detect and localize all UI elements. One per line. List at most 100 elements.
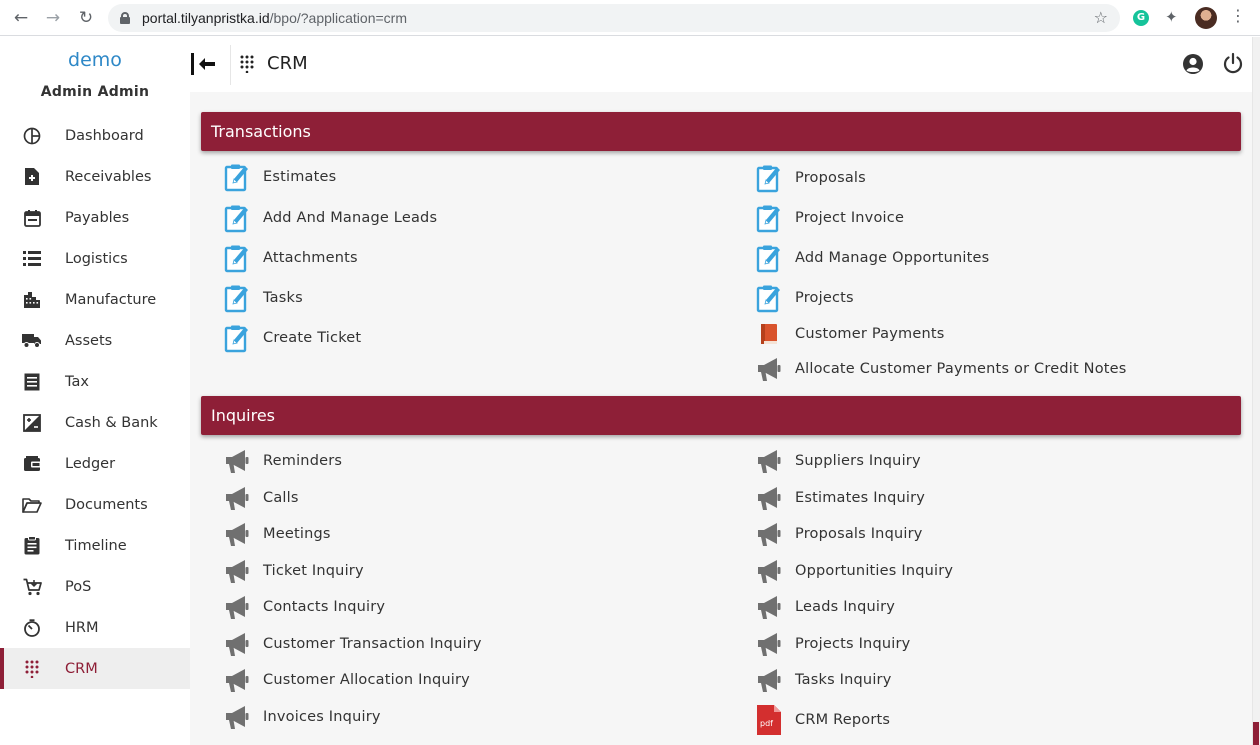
sidebar-item-documents[interactable]: Documents (0, 484, 190, 525)
address-bar[interactable]: portal.tilyanpristka.id/bpo/?application… (108, 4, 1120, 32)
sidebar-item-label: Ledger (65, 455, 116, 472)
lock-icon (120, 12, 130, 24)
sidebar-item-label: Manufacture (65, 291, 157, 308)
link-tasks-inquiry[interactable]: Tasks Inquiry (755, 665, 891, 695)
link-customer-transaction-inquiry[interactable]: Customer Transaction Inquiry (223, 629, 481, 659)
sidebar-item-label: CRM (65, 660, 98, 677)
link-label: Calls (263, 490, 299, 506)
sidebar-item-dashboard[interactable]: Dashboard (0, 115, 190, 156)
link-label: Allocate Customer Payments or Credit Not… (795, 361, 1127, 377)
scrollbar-track[interactable] (1252, 37, 1260, 745)
megaphone-icon (223, 446, 251, 476)
link-customer-allocation-inquiry[interactable]: Customer Allocation Inquiry (223, 665, 470, 695)
bookmark-star-icon[interactable]: ☆ (1094, 8, 1108, 27)
browser-profile-avatar[interactable] (1195, 7, 1217, 29)
link-projects[interactable]: Projects (755, 283, 854, 313)
collapse-sidebar-icon[interactable] (190, 52, 218, 76)
page-title: CRM (267, 53, 308, 74)
link-create-ticket[interactable]: Create Ticket (223, 323, 361, 353)
megaphone-icon (755, 354, 783, 384)
sidebar-item-label: Assets (65, 332, 113, 349)
link-proposals[interactable]: Proposals (755, 163, 866, 193)
link-projects-inquiry[interactable]: Projects Inquiry (755, 629, 910, 659)
sidebar-item-label: Receivables (65, 168, 152, 185)
link-allocate-customer-payments-or-credit-notes[interactable]: Allocate Customer Payments or Credit Not… (755, 354, 1126, 384)
apps-grid-icon[interactable] (240, 55, 254, 77)
brand-name[interactable]: demo (0, 49, 190, 71)
link-tasks[interactable]: Tasks (223, 283, 303, 313)
edit-note-icon (223, 162, 251, 192)
link-estimates-inquiry[interactable]: Estimates Inquiry (755, 483, 925, 513)
sidebar-item-crm[interactable]: CRM (0, 648, 190, 689)
timer-icon (22, 618, 42, 638)
pdf-icon-label: pdf (760, 719, 773, 728)
megaphone-icon (223, 519, 251, 549)
account-circle-icon[interactable] (1182, 53, 1204, 79)
sidebar-item-logistics[interactable]: Logistics (0, 238, 190, 279)
sidebar-item-ledger[interactable]: Ledger (0, 443, 190, 484)
link-invoices-inquiry[interactable]: Invoices Inquiry (223, 702, 380, 732)
link-add-manage-opportunites[interactable]: Add Manage Opportunites (755, 243, 989, 273)
edit-note-icon (223, 203, 251, 233)
link-add-and-manage-leads[interactable]: Add And Manage Leads (223, 203, 437, 233)
sidebar-item-cash-and-bank[interactable]: Cash & Bank (0, 402, 190, 443)
link-label: Customer Payments (795, 326, 945, 342)
link-contacts-inquiry[interactable]: Contacts Inquiry (223, 592, 385, 622)
megaphone-icon (223, 629, 251, 659)
link-label: Ticket Inquiry (263, 563, 364, 579)
link-calls[interactable]: Calls (223, 483, 298, 513)
megaphone-icon (223, 592, 251, 622)
link-label: Leads Inquiry (795, 599, 896, 615)
sidebar-item-label: PoS (65, 578, 92, 595)
link-label: Tasks (263, 290, 303, 306)
extensions-puzzle-icon[interactable]: ✦ (1165, 8, 1178, 26)
link-attachments[interactable]: Attachments (223, 243, 358, 273)
scrollbar-thumb[interactable] (1253, 722, 1259, 745)
link-label: Add And Manage Leads (263, 210, 438, 226)
sidebar-item-assets[interactable]: Assets (0, 320, 190, 361)
power-logout-icon[interactable] (1222, 52, 1244, 78)
link-reminders[interactable]: Reminders (223, 446, 342, 476)
sidebar-item-tax[interactable]: Tax (0, 361, 190, 402)
payables-icon (22, 208, 42, 228)
ledger-icon (22, 454, 42, 474)
sidebar-item-manufacture[interactable]: Manufacture (0, 279, 190, 320)
link-meetings[interactable]: Meetings (223, 519, 330, 549)
edit-note-icon (223, 323, 251, 353)
link-suppliers-inquiry[interactable]: Suppliers Inquiry (755, 446, 921, 476)
link-label: Invoices Inquiry (263, 709, 381, 725)
manufacture-icon (22, 290, 42, 310)
forward-arrow-icon[interactable]: → (42, 7, 64, 29)
link-label: Proposals (795, 170, 866, 186)
sidebar-item-label: Logistics (65, 250, 128, 267)
url-path: /bpo/?application=crm (269, 10, 407, 26)
link-label: Attachments (263, 250, 358, 266)
link-leads-inquiry[interactable]: Leads Inquiry (755, 592, 895, 622)
url-host: portal.tilyanpristka.id (142, 10, 270, 26)
sidebar-item-timeline[interactable]: Timeline (0, 525, 190, 566)
browser-menu-icon[interactable]: ⋮ (1230, 8, 1246, 24)
link-customer-payments[interactable]: Customer Payments (755, 319, 944, 349)
link-crm-reports[interactable]: pdf CRM Reports (755, 705, 890, 735)
megaphone-icon (755, 556, 783, 586)
link-label: Estimates Inquiry (795, 490, 926, 506)
link-proposals-inquiry[interactable]: Proposals Inquiry (755, 519, 922, 549)
grammarly-extension-icon[interactable]: G (1133, 10, 1149, 26)
edit-note-icon (223, 243, 251, 273)
link-opportunities-inquiry[interactable]: Opportunities Inquiry (755, 556, 953, 586)
sidebar-item-receivables[interactable]: Receivables (0, 156, 190, 197)
link-label: Reminders (263, 453, 343, 469)
link-project-invoice[interactable]: Project Invoice (755, 203, 904, 233)
link-ticket-inquiry[interactable]: Ticket Inquiry (223, 556, 364, 586)
sidebar-item-pos[interactable]: PoS (0, 566, 190, 607)
sidebar-item-hrm[interactable]: HRM (0, 607, 190, 648)
back-arrow-icon[interactable]: ← (10, 7, 32, 29)
link-estimates[interactable]: Estimates (223, 162, 336, 192)
sidebar-item-payables[interactable]: Payables (0, 197, 190, 238)
megaphone-icon (755, 483, 783, 513)
reload-icon[interactable]: ↻ (75, 7, 97, 29)
edit-note-icon (223, 283, 251, 313)
sidebar: demo Admin Admin Dashboard Receivables Pay… (0, 37, 190, 745)
folder-icon (22, 495, 42, 515)
grid-dots-icon (22, 659, 42, 679)
